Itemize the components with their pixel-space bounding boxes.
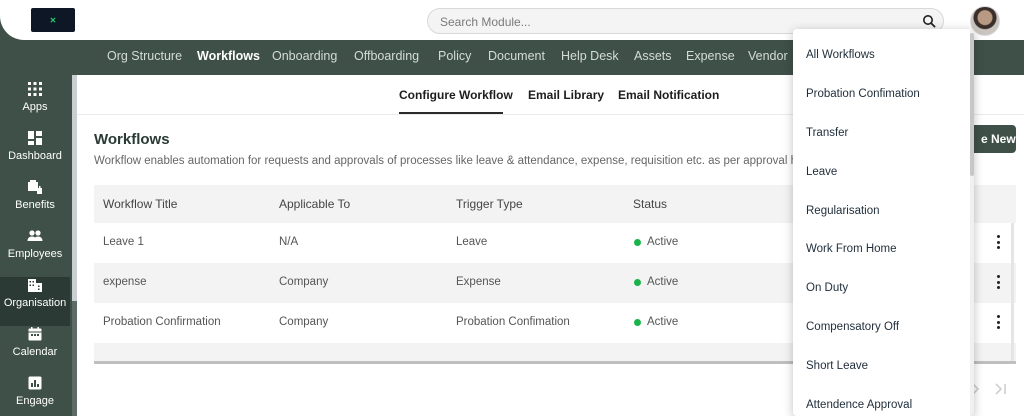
sidebar-item-label: Engage: [16, 395, 54, 407]
calendar-icon: [28, 327, 42, 341]
tab-email-notification[interactable]: Email Notification: [618, 88, 719, 102]
column-header-workflow-title[interactable]: Workflow Title: [103, 197, 177, 211]
module-onboarding[interactable]: Onboarding: [272, 49, 337, 63]
dropdown-item-leave[interactable]: Leave: [806, 166, 837, 178]
status-dot-icon: [634, 319, 641, 326]
table-vertical-scrollbar[interactable]: [1011, 223, 1014, 363]
dropdown-item-probation-confimation[interactable]: Probation Confimation: [806, 88, 920, 100]
column-header-applicable-to[interactable]: Applicable To: [279, 197, 350, 211]
sidebar-item-employees[interactable]: Employees: [0, 228, 70, 277]
search-icon[interactable]: [922, 14, 936, 28]
status-text: Active: [647, 236, 679, 248]
applicable-to: N/A: [279, 236, 299, 248]
column-header-status[interactable]: Status: [633, 197, 667, 211]
status-dot-icon: [634, 279, 641, 286]
dropdown-item-work-from-home[interactable]: Work From Home: [806, 243, 897, 255]
trigger-type: Probation Confimation: [456, 316, 570, 328]
applicable-to: Company: [279, 276, 329, 288]
status-text: Active: [647, 276, 679, 288]
module-workflows[interactable]: Workflows: [197, 49, 260, 63]
sidebar-item-apps[interactable]: Apps: [0, 81, 70, 130]
dashboard-icon: [28, 131, 42, 145]
module-vendor[interactable]: Vendor: [748, 49, 788, 63]
sidebar-item-label: Employees: [7, 248, 63, 260]
sidebar-item-label: Organisation: [3, 297, 67, 309]
module-help-desk[interactable]: Help Desk: [561, 49, 619, 63]
sidebar-item-organisation[interactable]: Organisation: [0, 277, 70, 326]
module-policy[interactable]: Policy: [438, 49, 471, 63]
sidebar-item-calendar[interactable]: Calendar: [0, 326, 70, 375]
workflow-type-dropdown: All Workflows Probation Confimation Tran…: [793, 29, 974, 416]
sidebar-item-benefits[interactable]: Benefits: [0, 179, 70, 228]
sidebar-item-label: Calendar: [12, 346, 58, 358]
module-expense[interactable]: Expense: [686, 49, 735, 63]
dropdown-item-all-workflows[interactable]: All Workflows: [806, 49, 875, 61]
workflow-title: Probation Confirmation: [103, 316, 221, 328]
sidebar-item-dashboard[interactable]: Dashboard: [0, 130, 70, 179]
module-assets[interactable]: Assets: [634, 49, 672, 63]
page-description: Workflow enables automation for requests…: [94, 155, 810, 167]
apps-grid-icon: [28, 82, 42, 96]
applicable-to: Company: [279, 316, 329, 328]
employees-icon: [27, 230, 43, 241]
sidebar: Apps Dashboard Benefits Employees Organi…: [0, 75, 77, 416]
engage-icon: [28, 376, 42, 390]
dropdown-item-regularisation[interactable]: Regularisation: [806, 205, 880, 217]
status-text: Active: [647, 316, 679, 328]
dropdown-item-attendence-approval[interactable]: Attendence Approval: [806, 399, 912, 411]
dropdown-item-on-duty[interactable]: On Duty: [806, 282, 848, 294]
workflow-title: expense: [103, 276, 147, 288]
benefits-icon: [28, 180, 42, 194]
workflow-title: Leave 1: [103, 236, 144, 248]
tab-email-library[interactable]: Email Library: [528, 88, 604, 102]
sidebar-item-label: Benefits: [15, 199, 55, 211]
sidebar-item-label: Apps: [22, 101, 48, 113]
module-org-structure[interactable]: Org Structure: [107, 49, 182, 63]
company-logo[interactable]: ✕: [31, 8, 75, 32]
row-menu-icon[interactable]: [997, 275, 1001, 289]
trigger-type: Leave: [456, 236, 488, 248]
sidebar-item-engage[interactable]: Engage: [0, 375, 70, 416]
user-avatar[interactable]: [970, 6, 1000, 36]
column-header-trigger-type[interactable]: Trigger Type: [456, 197, 523, 211]
dropdown-scrollbar-thumb[interactable]: [970, 33, 974, 176]
status-dot-icon: [634, 239, 641, 246]
tab-configure-workflow[interactable]: Configure Workflow: [399, 88, 513, 102]
row-menu-icon[interactable]: [997, 315, 1001, 329]
module-offboarding[interactable]: Offboarding: [354, 49, 419, 63]
sidebar-item-label: Dashboard: [8, 150, 62, 162]
trigger-type: Expense: [456, 276, 501, 288]
row-menu-icon[interactable]: [997, 235, 1001, 249]
dropdown-item-compensatory-off[interactable]: Compensatory Off: [806, 321, 899, 333]
organisation-icon: [28, 279, 42, 292]
logo-mark-icon: ✕: [49, 15, 57, 25]
module-document[interactable]: Document: [488, 49, 545, 63]
page-title: Workflows: [94, 131, 170, 148]
last-page-icon[interactable]: [994, 382, 1008, 396]
dropdown-item-short-leave[interactable]: Short Leave: [806, 360, 868, 372]
dropdown-item-transfer[interactable]: Transfer: [806, 127, 848, 139]
